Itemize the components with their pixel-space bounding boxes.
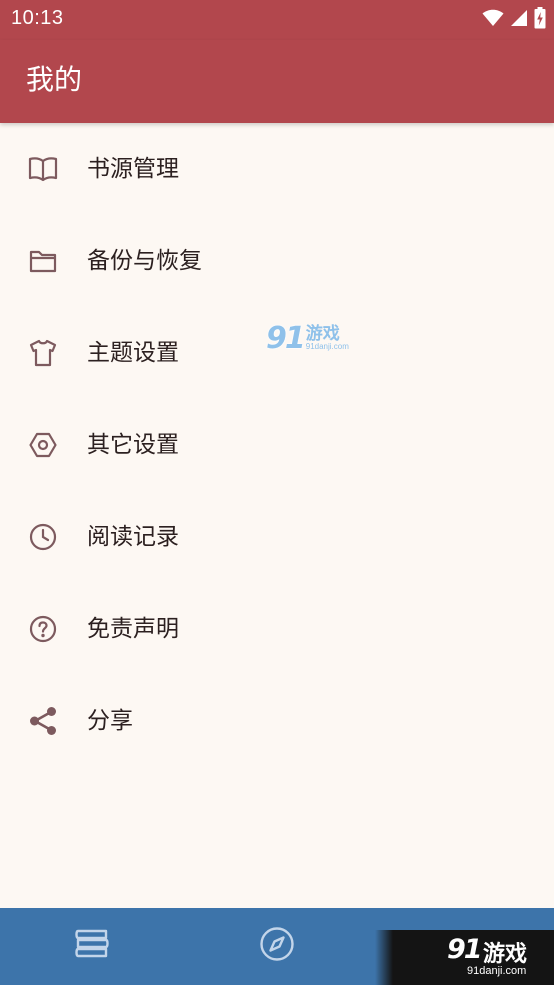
menu-item-other-settings[interactable]: 其它设置 — [0, 399, 554, 491]
menu-item-label: 分享 — [87, 708, 133, 734]
menu-item-backup-restore[interactable]: 备份与恢复 — [0, 215, 554, 307]
wifi-icon — [482, 9, 504, 31]
nav-bookshelf-button[interactable] — [74, 928, 110, 964]
watermark-corner: 91 游戏 91danji.com — [375, 930, 554, 985]
menu-item-label: 阅读记录 — [87, 524, 179, 550]
page-title: 我的 — [26, 63, 83, 96]
screen: 10:13 我的 书源管理 备份与恢复 主题设置 其它设置 阅读记录 免责声明 … — [0, 0, 554, 985]
watermark-corner-url: 91danji.com — [467, 965, 527, 977]
menu-item-book-sources[interactable]: 书源管理 — [0, 123, 554, 215]
watermark-corner-text: 游戏 — [483, 942, 528, 967]
menu-item-disclaimer[interactable]: 免责声明 — [0, 583, 554, 675]
menu-item-label: 其它设置 — [87, 432, 179, 458]
tshirt-icon — [27, 337, 59, 369]
watermark-corner-number: 91 — [447, 934, 483, 965]
status-icons — [482, 7, 546, 33]
compass-icon — [259, 926, 295, 966]
menu-item-label: 备份与恢复 — [87, 248, 202, 274]
clock-icon — [27, 521, 59, 553]
folder-icon — [27, 245, 59, 277]
nav-discover-button[interactable] — [259, 926, 295, 966]
bookshelf-icon — [74, 928, 110, 964]
share-icon — [27, 705, 59, 737]
help-circle-icon — [27, 613, 59, 645]
menu-item-label: 主题设置 — [87, 340, 179, 366]
menu-list: 书源管理 备份与恢复 主题设置 其它设置 阅读记录 免责声明 分享 — [0, 123, 554, 767]
menu-item-share[interactable]: 分享 — [0, 675, 554, 767]
menu-item-theme-settings[interactable]: 主题设置 — [0, 307, 554, 399]
menu-item-reading-history[interactable]: 阅读记录 — [0, 491, 554, 583]
status-time: 10:13 — [11, 7, 64, 29]
hexagon-settings-icon — [27, 429, 59, 461]
battery-charging-icon — [534, 7, 546, 33]
signal-icon — [510, 9, 528, 31]
app-bar: 我的 — [0, 40, 554, 123]
book-open-icon — [27, 153, 59, 185]
menu-item-label: 免责声明 — [87, 616, 179, 642]
status-bar: 10:13 — [0, 0, 554, 40]
menu-item-label: 书源管理 — [87, 156, 179, 182]
